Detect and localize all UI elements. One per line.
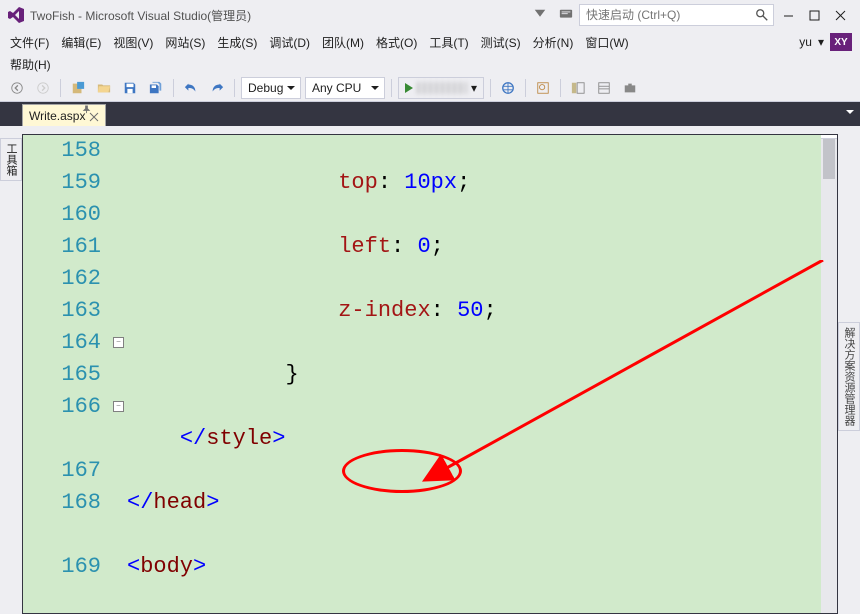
menu-format[interactable]: 格式(O) [370, 32, 423, 53]
menu-team[interactable]: 团队(M) [316, 32, 370, 53]
start-debug-button[interactable]: ▾ [398, 77, 484, 99]
tab-dropdown-icon[interactable] [844, 106, 856, 118]
vs-logo-icon [8, 7, 24, 23]
new-project-button[interactable] [66, 76, 90, 100]
fold-toggle[interactable]: − [113, 401, 124, 412]
fold-toggle[interactable]: − [113, 337, 124, 348]
redo-button[interactable] [205, 76, 229, 100]
platform-combo[interactable]: Any CPU [305, 77, 385, 99]
window-title: TwoFish - Microsoft Visual Studio(管理员) [30, 7, 251, 24]
quick-launch-input[interactable] [580, 8, 755, 22]
fold-column: − − [111, 135, 127, 613]
undo-button[interactable] [179, 76, 203, 100]
close-button[interactable] [828, 3, 852, 27]
menu-edit[interactable]: 编辑(E) [55, 32, 107, 53]
standard-toolbar: Debug Any CPU ▾ [0, 74, 860, 102]
menu-window[interactable]: 窗口(W) [579, 32, 634, 53]
maximize-button[interactable] [802, 3, 826, 27]
line-number-gutter: 158 159 160 161 162 163 164 165 166 167 … [23, 135, 111, 613]
main-menu: 文件(F) 编辑(E) 视图(V) 网站(S) 生成(S) 调试(D) 团队(M… [0, 30, 860, 54]
annotation-ellipse [342, 449, 462, 493]
main-menu-row2: 帮助(H) [0, 54, 860, 74]
titlebar: TwoFish - Microsoft Visual Studio(管理员) [0, 0, 860, 30]
user-name[interactable]: yu [799, 35, 812, 49]
code-editor: 158 159 160 161 162 163 164 165 166 167 … [22, 134, 838, 614]
menu-test[interactable]: 测试(S) [475, 32, 527, 53]
pin-icon[interactable] [82, 103, 91, 117]
left-dock-rail: 工具箱 [0, 134, 22, 614]
toolbox-button[interactable] [618, 76, 642, 100]
menu-view[interactable]: 视图(V) [107, 32, 159, 53]
menu-debug[interactable]: 调试(D) [263, 32, 316, 53]
search-icon [755, 8, 769, 22]
right-dock-rail: 解决方案资源管理器 团队资源管理器 属性 [838, 134, 860, 614]
minimize-button[interactable] [776, 3, 800, 27]
menu-build[interactable]: 生成(S) [211, 32, 263, 53]
menu-file[interactable]: 文件(F) [4, 32, 55, 53]
menu-help[interactable]: 帮助(H) [4, 54, 57, 75]
solution-explorer-button[interactable] [566, 76, 590, 100]
menu-analyze[interactable]: 分析(N) [527, 32, 580, 53]
properties-button[interactable] [592, 76, 616, 100]
feedback-icon[interactable] [559, 8, 573, 22]
quick-launch-search[interactable] [579, 4, 774, 26]
nav-forward-button[interactable] [31, 76, 55, 100]
tab-label: Write.aspx [29, 109, 85, 123]
scrollbar-thumb[interactable] [823, 139, 835, 179]
browser-link-button[interactable] [496, 76, 520, 100]
active-tab[interactable]: Write.aspx [22, 104, 106, 126]
menu-tools[interactable]: 工具(T) [423, 32, 474, 53]
open-button[interactable] [92, 76, 116, 100]
code-area[interactable]: top: 10px; left: 0; z-index: 50; } </sty… [127, 135, 837, 613]
menu-site[interactable]: 网站(S) [159, 32, 211, 53]
user-badge[interactable]: XY [830, 33, 852, 51]
document-tab-bar: Write.aspx [0, 102, 860, 126]
config-combo[interactable]: Debug [241, 77, 301, 99]
toolbox-panel-tab[interactable]: 工具箱 [0, 138, 22, 181]
notification-icon[interactable] [533, 8, 547, 22]
save-button[interactable] [118, 76, 142, 100]
nav-back-button[interactable] [5, 76, 29, 100]
solution-explorer-tab[interactable]: 解决方案资源管理器 [838, 322, 860, 431]
save-all-button[interactable] [144, 76, 168, 100]
find-button[interactable] [531, 76, 555, 100]
vertical-scrollbar[interactable] [821, 135, 837, 613]
